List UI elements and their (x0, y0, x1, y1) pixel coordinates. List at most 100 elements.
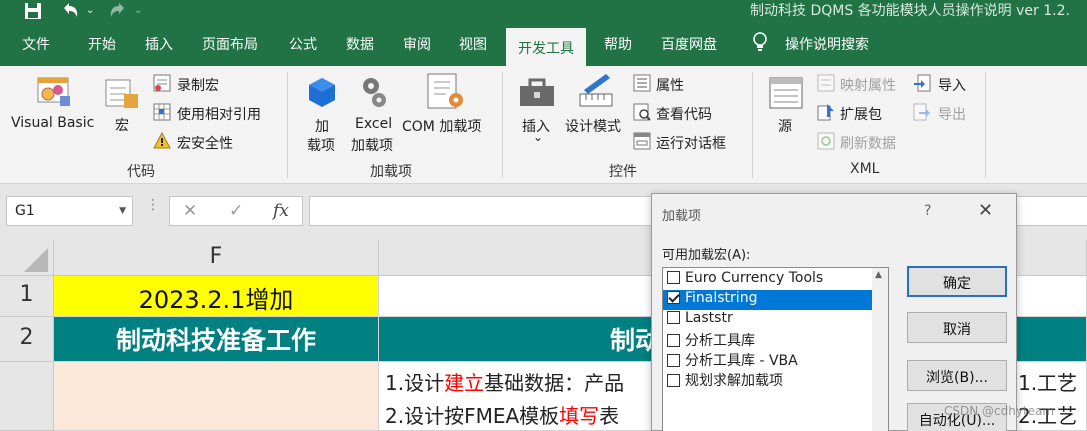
row-header-2[interactable]: 2 (0, 317, 54, 362)
relative-references-icon[interactable] (153, 103, 171, 125)
import-icon[interactable] (913, 74, 931, 96)
tab-insert[interactable]: 插入 (145, 34, 173, 58)
excel-addins-button-line2[interactable]: 加载项 (351, 135, 393, 155)
scroll-up-icon[interactable]: ▲ (875, 270, 882, 280)
relative-references-button[interactable]: 使用相对引用 (177, 104, 261, 124)
tab-home[interactable]: 开始 (88, 34, 116, 58)
com-addins-icon[interactable] (426, 72, 466, 116)
window-title: 制动科技 DQMS 各功能模块人员操作说明 ver 1.2. (750, 3, 1070, 19)
tab-file[interactable]: 文件 (22, 34, 50, 58)
checkbox-checked[interactable] (667, 291, 680, 304)
cell-g3-line1: 1.设计建立基础数据：产品 (385, 367, 624, 396)
list-item[interactable]: 规划求解加载项 (663, 370, 873, 390)
run-dialog-button[interactable]: 运行对话框 (656, 133, 726, 153)
cancel-entry-icon[interactable]: ✕ (183, 201, 197, 221)
cell-f2[interactable]: 制动科技准备工作 (54, 317, 379, 362)
tab-review[interactable]: 审阅 (403, 34, 431, 58)
refresh-data-icon (817, 132, 835, 154)
tab-view[interactable]: 视图 (459, 34, 487, 58)
list-item[interactable]: 分析工具库 (663, 330, 873, 350)
row-header-1[interactable]: 1 (0, 276, 54, 317)
excel-addins-icon[interactable] (357, 74, 391, 116)
macros-button[interactable]: 宏 (115, 115, 129, 135)
row-header-3[interactable] (0, 362, 54, 431)
checkbox[interactable] (667, 271, 680, 284)
ok-button[interactable]: 确定 (907, 266, 1007, 297)
expansion-packs-button[interactable]: 扩展包 (840, 104, 882, 124)
more-options-icon[interactable]: ⋮ (146, 197, 160, 213)
view-code-button[interactable]: 查看代码 (656, 104, 712, 124)
xml-source-icon[interactable] (768, 76, 804, 114)
import-button[interactable]: 导入 (938, 75, 966, 95)
list-item-selected[interactable]: Finalstring (663, 290, 873, 310)
group-divider (287, 72, 288, 178)
record-macro-button[interactable]: 录制宏 (177, 75, 219, 95)
name-box[interactable]: G1 ▼ (6, 196, 133, 226)
record-macro-icon[interactable] (153, 74, 171, 96)
group-title-controls: 控件 (609, 164, 637, 180)
lightbulb-icon[interactable] (752, 32, 768, 56)
visual-basic-button[interactable]: Visual Basic (11, 115, 94, 131)
tab-help[interactable]: 帮助 (604, 34, 632, 58)
list-item[interactable]: Euro Currency Tools (663, 270, 873, 290)
xml-source-button[interactable]: 源 (778, 116, 792, 136)
select-all-corner[interactable] (0, 240, 54, 276)
addins-button-line2[interactable]: 载项 (307, 135, 335, 155)
help-icon[interactable]: ? (924, 203, 931, 219)
undo-icon[interactable] (60, 2, 80, 24)
run-dialog-icon[interactable] (633, 132, 651, 154)
checkbox[interactable] (667, 311, 680, 324)
tab-formulas[interactable]: 公式 (289, 34, 317, 58)
addins-button-line1[interactable]: 加 (315, 116, 329, 136)
cell-g3-text: 表 (599, 404, 620, 428)
close-icon[interactable]: ✕ (978, 200, 993, 221)
chevron-down-icon[interactable]: ▼ (119, 206, 126, 216)
list-item[interactable]: 分析工具库 - VBA (663, 350, 873, 370)
cell-g3-text: 1.设计 (385, 371, 445, 395)
visual-basic-icon[interactable] (34, 74, 74, 114)
addins-icon[interactable] (305, 76, 339, 114)
list-item-label: 规划求解加载项 (685, 373, 783, 389)
tab-data[interactable]: 数据 (346, 34, 374, 58)
browse-button[interactable]: 浏览(B)... (907, 360, 1007, 391)
checkbox[interactable] (667, 374, 680, 387)
tab-page-layout[interactable]: 页面布局 (202, 34, 258, 58)
redo-icon (108, 2, 128, 24)
tell-me-search[interactable]: 操作说明搜索 (785, 34, 869, 58)
warning-icon[interactable] (153, 131, 171, 154)
properties-button[interactable]: 属性 (656, 75, 684, 95)
ribbon-developer: Visual Basic 宏 录制宏 使用相对引用 宏安全性 代码 加 载项 E… (0, 66, 1087, 184)
group-divider (502, 72, 503, 178)
list-item-label: 分析工具库 - VBA (685, 353, 798, 369)
save-icon[interactable] (24, 2, 42, 24)
com-addins-button[interactable]: COM 加载项 (402, 116, 481, 136)
design-mode-button[interactable]: 设计模式 (565, 116, 621, 136)
cell-f3[interactable] (54, 362, 379, 431)
undo-dropdown-icon[interactable]: ⌄ (86, 5, 94, 16)
design-mode-icon[interactable] (576, 72, 616, 116)
cancel-button[interactable]: 取消 (907, 312, 1007, 343)
checkbox[interactable] (667, 354, 680, 367)
list-item-label: 分析工具库 (685, 333, 755, 349)
tab-developer[interactable]: 开发工具 (506, 28, 586, 66)
list-item[interactable]: Laststr (663, 310, 873, 330)
group-title-xml: XML (850, 161, 880, 177)
properties-icon[interactable] (633, 74, 651, 96)
column-header-f[interactable]: F (54, 240, 379, 276)
excel-addins-button-line1[interactable]: Excel (355, 116, 392, 132)
view-code-icon[interactable] (633, 103, 651, 125)
macros-icon[interactable] (104, 76, 140, 114)
list-item-label: Euro Currency Tools (685, 270, 824, 286)
insert-control-dropdown-icon[interactable]: ⌄ (533, 130, 543, 144)
confirm-entry-icon[interactable]: ✓ (229, 201, 243, 221)
list-scrollbar[interactable]: ▲ (872, 268, 888, 431)
macro-security-button[interactable]: 宏安全性 (177, 133, 233, 153)
insert-function-icon[interactable]: fx (273, 201, 289, 221)
tab-baidu-netdisk[interactable]: 百度网盘 (661, 34, 717, 58)
toolbox-icon[interactable] (518, 76, 556, 114)
addins-listbox[interactable]: Euro Currency Tools Finalstring Laststr … (662, 267, 889, 431)
checkbox[interactable] (667, 334, 680, 347)
cell-f1[interactable]: 2023.2.1增加 (54, 276, 379, 317)
name-box-value: G1 (15, 203, 35, 219)
expansion-packs-icon[interactable] (817, 103, 835, 125)
